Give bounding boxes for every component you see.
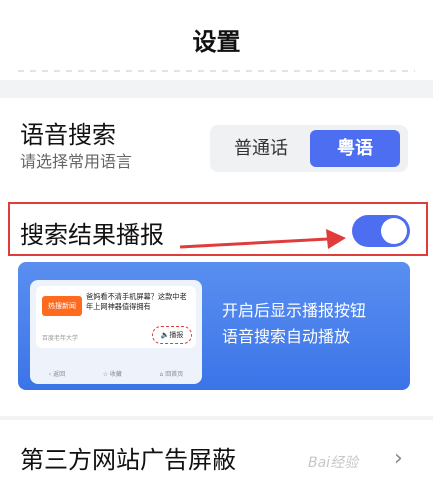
settings-card: 语音搜索 请选择常用语言 普通话 粤语 搜索结果播报 热搜新闻 爸妈看不清手机屏… xyxy=(0,98,433,416)
news-source: 百度老年大学 xyxy=(42,335,79,342)
news-tag: 热搜新闻 xyxy=(42,296,82,316)
back-item: ‹ 返回 xyxy=(48,370,66,378)
broadcast-preview-banner: 热搜新闻 爸妈看不清手机屏幕？这款中老年上网神器值得拥有 百度老年大学 🔈播报 … xyxy=(18,262,410,390)
divider xyxy=(18,70,415,72)
voice-search-title: 语音搜索 xyxy=(20,121,116,149)
news-text: 爸妈看不清手机屏幕？这款中老年上网神器值得拥有 xyxy=(86,292,187,311)
star-icon: ☆ xyxy=(102,370,110,378)
news-card: 热搜新闻 爸妈看不清手机屏幕？这款中老年上网神器值得拥有 百度老年大学 🔈播报 xyxy=(36,286,196,348)
arrow-annotation xyxy=(179,229,346,249)
watermark: Bai经验 xyxy=(308,455,359,471)
play-label: 播报 xyxy=(169,331,184,339)
banner-description-line2: 语音搜索自动播放 xyxy=(222,327,351,346)
page-title: 设置 xyxy=(192,28,241,56)
play-button: 🔈播报 xyxy=(152,326,192,344)
voice-search-subtitle: 请选择常用语言 xyxy=(20,152,133,171)
banner-description: 开启后显示播报按钮 语音搜索自动播放 xyxy=(222,298,402,350)
broadcast-toggle[interactable] xyxy=(352,215,410,247)
broadcast-label: 搜索结果播报 xyxy=(20,221,164,249)
chevron-right-icon: › xyxy=(394,446,403,471)
favorite-item: ☆ 收藏 xyxy=(102,370,122,378)
banner-description-line1: 开启后显示播报按钮 xyxy=(222,301,367,320)
home-item: ⌂ 回首页 xyxy=(159,370,184,378)
header-bar: 设置 xyxy=(0,0,433,80)
third-party-ad-block-row[interactable]: 第三方网站广告屏蔽 › xyxy=(0,420,433,499)
toggle-knob xyxy=(381,218,407,244)
language-option-cantonese[interactable]: 粤语 xyxy=(310,130,400,167)
language-option-mandarin[interactable]: 普通话 xyxy=(216,130,306,167)
phone-preview: 热搜新闻 爸妈看不清手机屏幕？这款中老年上网神器值得拥有 百度老年大学 🔈播报 … xyxy=(30,280,202,384)
third-party-label: 第三方网站广告屏蔽 xyxy=(20,446,236,474)
language-segmented-control: 普通话 粤语 xyxy=(210,125,408,172)
phone-nav-bar: ‹ 返回 ☆ 收藏 ⌂ 回首页 xyxy=(30,362,202,384)
